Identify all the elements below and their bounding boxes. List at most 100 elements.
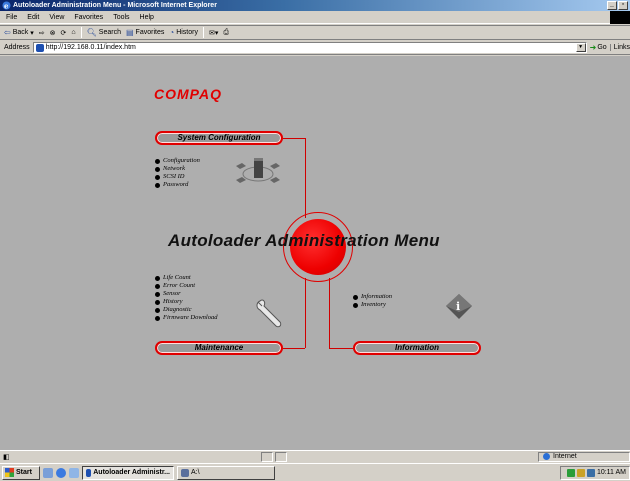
- connector-line: [305, 278, 306, 348]
- system-configuration-button[interactable]: System Configuration: [155, 131, 283, 145]
- inventory-link[interactable]: Inventory: [353, 301, 392, 309]
- refresh-icon[interactable]: ⟳: [61, 29, 67, 37]
- svg-text:e: e: [4, 2, 9, 11]
- tray-icon[interactable]: [576, 468, 585, 477]
- connector-line: [329, 278, 330, 348]
- address-bar: Address http://192.168.0.11/index.htm ▼ …: [0, 41, 630, 55]
- print-icon[interactable]: ⎙: [223, 29, 229, 37]
- window-title: Autoloader Administration Menu - Microso…: [13, 2, 217, 9]
- maximize-button[interactable]: ▫: [618, 1, 628, 10]
- status-bar: ◧ Internet: [0, 450, 630, 462]
- information-button[interactable]: Information: [353, 341, 481, 355]
- page-icon: [35, 43, 44, 52]
- forward-button[interactable]: ⇨: [39, 29, 45, 37]
- network-tray-icon[interactable]: [586, 468, 595, 477]
- windows-logo-icon: [5, 468, 14, 477]
- link-label: Life Count: [163, 274, 191, 281]
- history-label: History: [176, 29, 198, 36]
- link-label: Configuration: [163, 157, 200, 164]
- compaq-logo: COMPAQ: [154, 86, 222, 102]
- menu-file[interactable]: File: [6, 14, 17, 21]
- network-link[interactable]: Network: [155, 165, 200, 173]
- mail-icon[interactable]: ✉▾: [209, 29, 218, 37]
- outlook-express-icon[interactable]: [69, 467, 79, 478]
- links-button[interactable]: Links: [609, 44, 630, 51]
- link-label: Diagnostic: [163, 306, 192, 313]
- go-button[interactable]: ➜ Go: [590, 43, 607, 52]
- status-cell: [274, 451, 287, 462]
- information-list: Information Inventory: [353, 293, 392, 309]
- favorites-label: Favorites: [135, 29, 165, 36]
- go-label: Go: [597, 44, 607, 51]
- link-label: Error Count: [163, 282, 196, 289]
- task-label: A:\: [191, 469, 200, 476]
- configuration-link[interactable]: Configuration: [155, 157, 200, 165]
- maintenance-button[interactable]: Maintenance: [155, 341, 283, 355]
- taskbar: Start Autoloader Administr... A:\ 10:11 …: [0, 463, 630, 481]
- bullet-icon: [155, 283, 160, 289]
- menu-view[interactable]: View: [49, 14, 64, 21]
- page-content: COMPAQ System Configuration Maintenance …: [0, 56, 630, 450]
- bullet-icon: [155, 158, 160, 164]
- address-input[interactable]: http://192.168.0.11/index.htm ▼: [32, 42, 587, 53]
- security-zone: Internet: [538, 451, 630, 462]
- life-count-link[interactable]: Life Count: [155, 274, 217, 282]
- information-link[interactable]: Information: [353, 293, 392, 301]
- bullet-icon: [155, 182, 160, 188]
- taskbar-item-floppy[interactable]: A:\: [177, 465, 275, 480]
- information-chip-icon: i: [446, 294, 472, 319]
- toolbar-separator: [80, 27, 82, 38]
- task-label: Autoloader Administr...: [93, 469, 170, 476]
- internet-zone-icon: [543, 453, 550, 460]
- menu-tools[interactable]: Tools: [113, 14, 129, 21]
- history-icon: ◔: [169, 28, 175, 37]
- menu-edit[interactable]: Edit: [27, 14, 39, 21]
- menu-bar: File Edit View Favorites Tools Help: [0, 11, 630, 24]
- start-label: Start: [16, 469, 32, 476]
- start-button[interactable]: Start: [2, 465, 40, 480]
- system-configuration-list: Configuration Network SCSI ID Password: [155, 157, 200, 189]
- menu-help[interactable]: Help: [140, 14, 154, 21]
- back-dropdown-icon: ▾: [30, 29, 34, 37]
- back-label: Back: [12, 29, 29, 36]
- menu-favorites[interactable]: Favorites: [74, 14, 103, 21]
- password-link[interactable]: Password: [155, 181, 200, 189]
- window-title-bar[interactable]: e Autoloader Administration Menu - Micro…: [0, 0, 630, 11]
- tray-icon[interactable]: [566, 468, 575, 477]
- minimize-button[interactable]: _: [607, 1, 617, 10]
- stop-icon[interactable]: ⊗: [50, 29, 56, 37]
- internet-explorer-icon: e: [2, 1, 11, 10]
- sensor-link[interactable]: Sensor: [155, 290, 217, 298]
- history-link[interactable]: History: [155, 298, 217, 306]
- scsi-id-link[interactable]: SCSI ID: [155, 173, 200, 181]
- wrench-icon: [256, 299, 282, 328]
- search-icon: 🔍︎: [86, 28, 97, 37]
- favorites-button[interactable]: ▤ Favorites: [126, 28, 164, 37]
- taskbar-item-autoloader[interactable]: Autoloader Administr...: [82, 465, 174, 480]
- bullet-icon: [353, 294, 358, 300]
- address-label: Address: [4, 44, 30, 51]
- bullet-icon: [353, 302, 358, 308]
- zone-label: Internet: [553, 453, 577, 460]
- bullet-icon: [155, 299, 160, 305]
- back-arrow-icon: ⇦: [4, 28, 11, 37]
- toolbar-separator: [202, 27, 204, 38]
- internet-explorer-quicklaunch-icon[interactable]: [56, 467, 66, 478]
- address-dropdown-icon[interactable]: ▼: [575, 43, 586, 52]
- clock: 10:11 AM: [596, 469, 626, 476]
- connector-line: [283, 138, 305, 139]
- favorites-icon: ▤: [125, 28, 134, 37]
- maintenance-list: Life Count Error Count Sensor History Di…: [155, 274, 217, 322]
- firmware-download-link[interactable]: Firmware Download: [155, 314, 217, 322]
- home-icon[interactable]: ⌂: [71, 29, 75, 36]
- status-cell: [260, 451, 273, 462]
- bullet-icon: [155, 275, 160, 281]
- diagnostic-link[interactable]: Diagnostic: [155, 306, 217, 314]
- search-button[interactable]: 🔍︎ Search: [87, 28, 121, 37]
- floppy-drive-icon: [181, 468, 189, 477]
- show-desktop-icon[interactable]: [43, 467, 53, 478]
- error-count-link[interactable]: Error Count: [155, 282, 217, 290]
- back-button[interactable]: ⇦ Back ▾: [4, 28, 34, 37]
- search-label: Search: [98, 29, 121, 36]
- history-button[interactable]: ◔ History: [169, 28, 198, 37]
